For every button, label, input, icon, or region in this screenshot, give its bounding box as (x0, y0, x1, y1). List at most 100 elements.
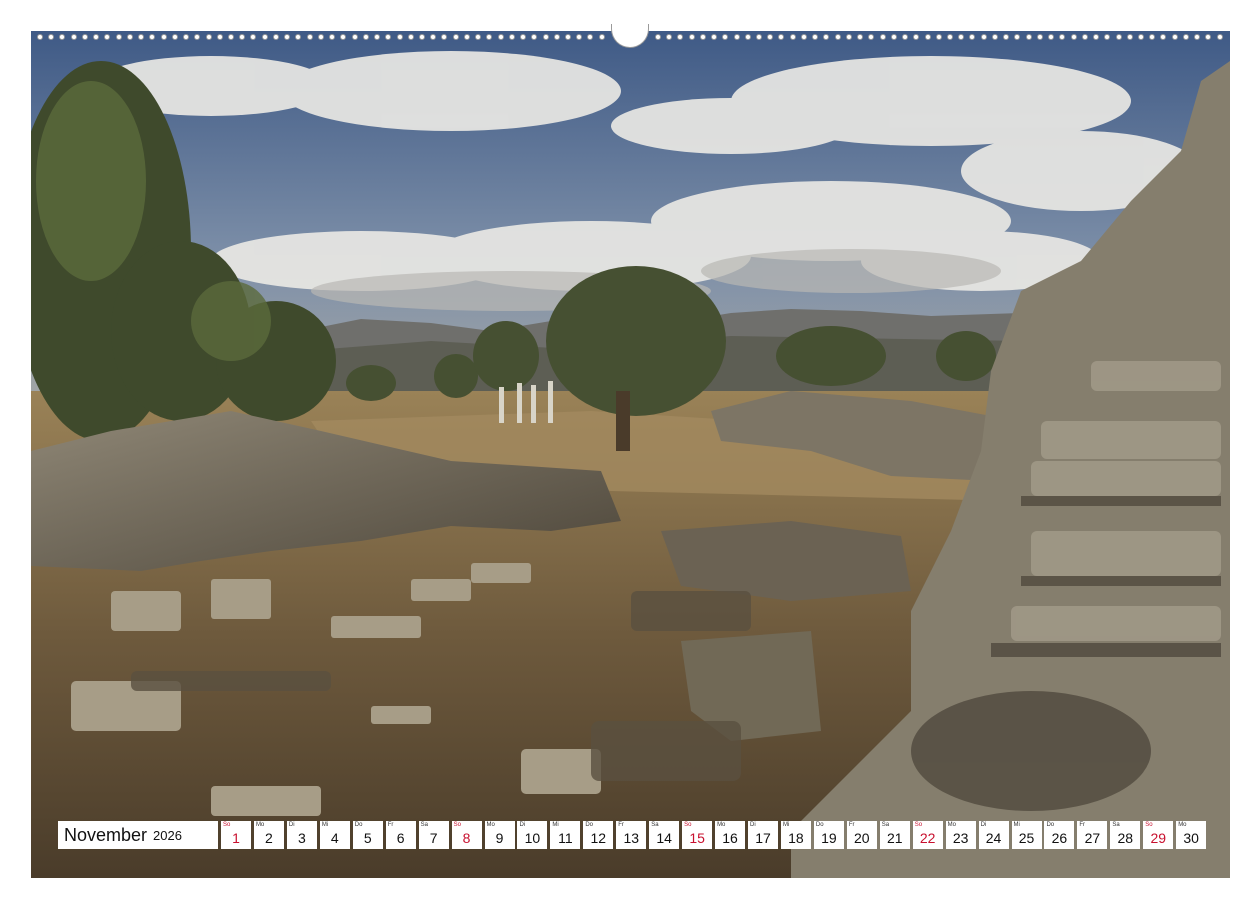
binding-hole-icon (733, 34, 740, 40)
day-cell: Di 10 (517, 821, 548, 849)
binding-hole-icon (789, 34, 796, 40)
binding-hole-icon (576, 34, 583, 40)
day-number: 1 (232, 830, 240, 846)
binding-hole-icon (1025, 34, 1032, 40)
day-cell: Sa 14 (649, 821, 680, 849)
binding-hole-icon (812, 34, 819, 40)
day-cell: Sa 28 (1110, 821, 1141, 849)
day-cells: So 1 Mo 2 Di 3 Mi 4 Do 5 Fr 6 Sa 7 So 8 Mo 9 Di 10 Mi 11 Do 12 F… (221, 821, 1207, 849)
binding-hole-icon (744, 34, 751, 40)
weekday-label: Di (519, 822, 526, 828)
day-cell: Do 5 (352, 821, 383, 849)
weekday-label: Do (815, 822, 824, 828)
binding-hole-icon (1194, 34, 1201, 40)
binding-hole-icon (1014, 34, 1021, 40)
day-cell: So 22 (912, 821, 943, 849)
weekday-label: Fr (387, 822, 394, 828)
binding-hole-icon (958, 34, 965, 40)
binding-hole-icon (194, 34, 201, 40)
day-cell: Mo 30 (1176, 821, 1207, 849)
weekday-label: Do (1046, 822, 1055, 828)
weekday-label: Do (585, 822, 593, 828)
binding-hole-icon (149, 34, 156, 40)
binding-hole-icon (1081, 34, 1088, 40)
day-number: 10 (524, 830, 541, 846)
binding-hole-icon (946, 34, 953, 40)
binding-hole-icon (1205, 34, 1212, 40)
day-cell: Mo 23 (945, 821, 976, 849)
day-number: 18 (788, 830, 804, 846)
day-cell: Mi 4 (319, 821, 350, 849)
binding-hole-icon (699, 34, 706, 40)
binding-hole-icon (171, 34, 178, 40)
day-number: 13 (623, 830, 640, 846)
day-cell: Mi 11 (550, 821, 581, 849)
binding-hole-icon (756, 34, 762, 40)
binding-hole-icon (1059, 34, 1066, 40)
landscape-photo (31, 31, 1230, 878)
binding-hole-icon (93, 34, 100, 40)
binding-hole-icon (1126, 34, 1133, 40)
binding-hole-icon (924, 34, 931, 40)
binding-hole-icon (845, 34, 852, 40)
day-cell: So 1 (221, 821, 251, 849)
binding-hole-icon (115, 34, 122, 40)
binding-hole-icon (385, 34, 392, 40)
day-cell: Mo 9 (484, 821, 515, 849)
day-number: 6 (396, 830, 405, 846)
day-cell: Do 26 (1044, 821, 1075, 849)
weekday-label: Di (288, 822, 295, 828)
weekday-label: So (1145, 822, 1153, 828)
month-label: November 2026 (58, 821, 218, 849)
binding-hole-icon (767, 34, 774, 40)
binding-hole-icon (1048, 34, 1055, 40)
binding-hole-icon (205, 34, 212, 40)
weekday-label: Mi (782, 822, 790, 828)
day-number: 16 (722, 830, 738, 846)
day-cell: Fr 13 (616, 821, 647, 849)
day-number: 23 (952, 830, 969, 846)
binding-hole-icon (317, 34, 324, 40)
day-cell: So 29 (1143, 821, 1174, 849)
weekday-label: Mo (255, 822, 265, 828)
day-cell: Sa 7 (418, 821, 449, 849)
binding-hole-icon (598, 34, 605, 40)
binding-hole-icon (531, 34, 538, 40)
binding-hole-icon (351, 34, 358, 40)
weekday-label: Mo (717, 822, 726, 828)
day-number: 22 (919, 830, 936, 846)
binding-hole-icon (329, 34, 336, 40)
weekday-label: Fr (848, 822, 855, 828)
binding-hole-icon (463, 34, 470, 40)
binding-hole-icon (1160, 34, 1167, 40)
weekday-label: Mi (552, 822, 559, 828)
binding-hole-icon (666, 34, 673, 40)
binding-hole-icon (295, 34, 302, 40)
binding-hole-icon (138, 34, 145, 40)
weekday-label: Mo (1178, 822, 1187, 828)
binding-hole-icon (1171, 34, 1178, 40)
month-name: November (64, 824, 148, 845)
binding-hole-icon (104, 34, 111, 40)
day-cell: So 8 (451, 821, 482, 849)
weekday-label: Sa (1112, 822, 1120, 828)
binding-hole-icon (857, 34, 864, 40)
binding-hole-icon (418, 34, 425, 40)
weekday-label: So (223, 822, 231, 828)
day-cell: Mo 16 (715, 821, 746, 849)
day-number: 28 (1117, 830, 1134, 846)
day-number: 17 (755, 830, 771, 846)
binding-hole-icon (1104, 34, 1111, 40)
binding-hole-icon (980, 34, 987, 40)
day-cell: Di 17 (748, 821, 778, 849)
day-cell: Fr 20 (846, 821, 877, 849)
day-number: 9 (495, 830, 504, 846)
binding-hole-icon (284, 34, 291, 40)
day-number: 21 (886, 830, 903, 846)
weekday-label: Do (354, 822, 363, 828)
day-number: 3 (297, 830, 306, 846)
day-cell: Sa 21 (879, 821, 910, 849)
binding-hole-icon (1149, 34, 1156, 40)
binding-hole-icon (48, 34, 55, 40)
binding-hole-icon (475, 34, 482, 40)
